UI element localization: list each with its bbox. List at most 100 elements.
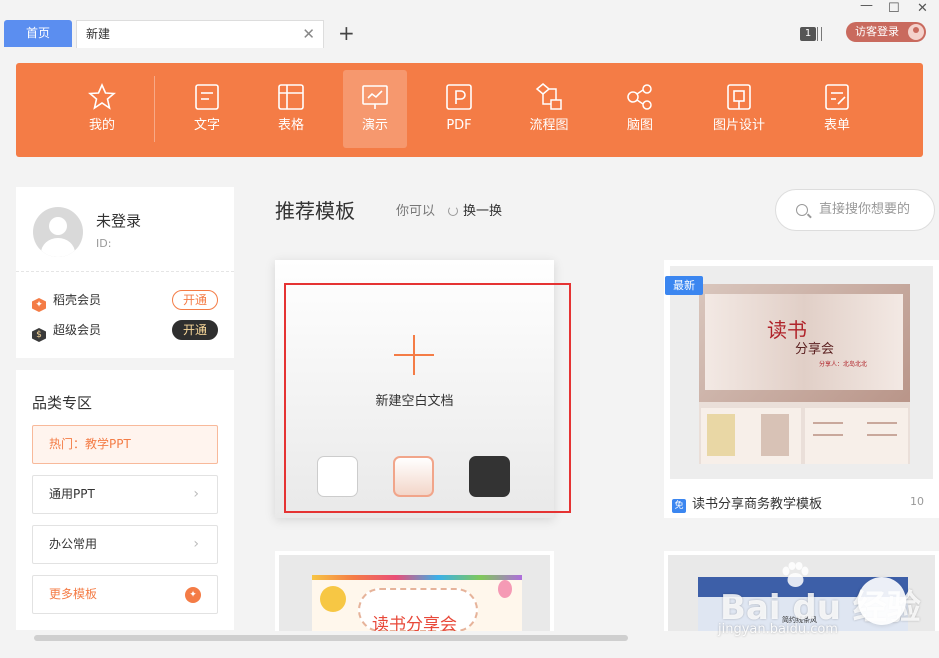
star-icon <box>88 83 116 110</box>
refresh-icon <box>448 206 458 216</box>
toolbar-label: 脑图 <box>626 118 653 133</box>
chevron-right-icon: › <box>193 486 199 502</box>
user-card: 未登录 ID: ✦ 稻壳会员 开通 $ 超级会员 开通 <box>16 187 234 358</box>
slide-line <box>813 422 843 424</box>
toolbar-label: 表单 <box>823 118 850 133</box>
search-icon <box>796 204 808 216</box>
category-panel: 品类专区 热门：教学PPT 通用PPT › 办公常用 › 更多模板 ✦ <box>16 370 234 630</box>
theme-swatch-dark[interactable] <box>469 456 510 497</box>
toolbar-item-mine[interactable]: 我的 <box>70 70 134 148</box>
presentation-icon <box>362 85 388 109</box>
form-icon <box>825 84 849 110</box>
divider <box>16 271 234 272</box>
search-placeholder: 直接搜你想要的 <box>819 202 911 217</box>
template-card[interactable]: 读书 分享会 分享人：北岛北北 免读书分享商务教学模板 10 <box>664 260 939 518</box>
toolbar-item-flowchart[interactable]: 流程图 <box>517 70 581 148</box>
toolbar-item-text[interactable]: 文字 <box>175 70 239 148</box>
slide-thumb-2 <box>805 408 908 464</box>
user-avatar[interactable] <box>33 207 83 257</box>
toolbar-label: 图片设计 <box>712 118 765 133</box>
window-counter-badge[interactable]: 1 <box>800 27 816 41</box>
new-blank-card[interactable]: 新建空白文档 <box>275 260 554 518</box>
docer-open-button[interactable]: 开通 <box>172 290 218 310</box>
category-item-general-ppt[interactable]: 通用PPT › <box>32 475 218 514</box>
chevron-right-icon: › <box>193 536 199 552</box>
floating-button[interactable] <box>858 577 906 625</box>
super-member-icon: $ <box>32 328 46 342</box>
flowchart-icon <box>535 83 562 110</box>
toolbar-label: 流程图 <box>529 118 569 133</box>
toolbar-label: 表格 <box>277 118 304 133</box>
visitor-login-label: 访客登录 <box>855 25 899 38</box>
visitor-login-button[interactable]: 访客登录 <box>846 22 926 42</box>
book-cover-image <box>707 414 735 456</box>
toolbar-item-table[interactable]: 表格 <box>259 70 323 148</box>
category-label: 更多模板 <box>49 587 98 601</box>
member-label: 稻壳会员 <box>53 293 102 307</box>
avatar-icon <box>908 24 924 40</box>
toolbar-label: 演示 <box>361 118 388 133</box>
toolbar-item-image-design[interactable]: 图片设计 <box>699 70 779 148</box>
category-item-more[interactable]: 更多模板 ✦ <box>32 575 218 614</box>
category-label: 通用PPT <box>49 487 95 501</box>
free-badge: 免 <box>672 499 686 513</box>
horizontal-scrollbar[interactable] <box>34 635 628 641</box>
theme-swatch-white[interactable] <box>317 456 358 497</box>
slide-line <box>867 422 897 424</box>
refresh-label: 换一换 <box>463 204 503 219</box>
member-label: 超级会员 <box>53 323 102 337</box>
slide-presenter: 分享人：北岛北北 <box>819 361 868 368</box>
user-id: ID: <box>96 237 112 250</box>
template-title: 读书分享商务教学模板 <box>692 497 823 512</box>
slide-cover: 读书 分享会 分享人：北岛北北 <box>699 284 910 402</box>
member-docer: ✦ 稻壳会员 <box>32 290 102 312</box>
table-icon <box>278 84 304 110</box>
title-bar: 首页 新建 ✕ + 1 访客登录 — ☐ ✕ <box>0 0 939 48</box>
template-thumbnail[interactable]: 读书 分享会 分享人：北岛北北 <box>670 266 933 479</box>
book-cover-image <box>761 414 789 456</box>
close-window-button[interactable]: ✕ <box>917 1 928 16</box>
sun-icon <box>320 586 346 612</box>
category-item-hot[interactable]: 热门：教学PPT <box>32 425 218 464</box>
slide-subtitle: 分享会 <box>795 342 835 357</box>
toolbar-item-presentation[interactable]: 演示 <box>343 70 407 148</box>
close-icon[interactable]: ✕ <box>302 21 315 48</box>
mindmap-icon <box>627 84 652 110</box>
tab-home[interactable]: 首页 <box>4 20 72 47</box>
plus-icon <box>394 335 434 375</box>
template-thumbnail[interactable]: 读书分享会 <box>279 555 550 631</box>
tab-new-label: 新建 <box>86 27 111 41</box>
category-label: 办公常用 <box>49 537 98 551</box>
window-list-icon[interactable] <box>817 27 822 41</box>
minimize-button[interactable]: — <box>860 0 873 13</box>
search-input[interactable]: 直接搜你想要的 <box>775 189 935 231</box>
tab-new[interactable]: 新建 ✕ <box>76 20 324 48</box>
new-badge: 最新 <box>665 276 703 295</box>
toolbar-item-form[interactable]: 表单 <box>805 70 869 148</box>
docer-member-icon: ✦ <box>32 298 46 312</box>
maximize-button[interactable]: ☐ <box>888 1 900 16</box>
pdf-icon <box>446 84 472 110</box>
super-open-button[interactable]: 开通 <box>172 320 218 340</box>
slide-preview: 读书分享会 <box>312 575 522 631</box>
toolbar-label: PDF <box>446 118 472 133</box>
category-item-office[interactable]: 办公常用 › <box>32 525 218 564</box>
docer-logo-icon: ✦ <box>185 587 201 603</box>
category-title: 品类专区 <box>32 394 93 412</box>
image-design-icon <box>727 84 751 110</box>
template-caption[interactable]: 免读书分享商务教学模板 <box>672 493 822 513</box>
toolbar-item-mindmap[interactable]: 脑图 <box>608 70 672 148</box>
theme-swatch-light[interactable] <box>393 456 434 497</box>
template-count: 10 <box>910 495 924 508</box>
template-card[interactable]: 读书分享会 <box>275 551 554 631</box>
user-name[interactable]: 未登录 <box>96 210 141 231</box>
slide-preview: 读书 分享会 分享人：北岛北北 <box>699 284 910 464</box>
slide-title: 读书分享会 <box>372 615 457 631</box>
add-tab-button[interactable]: + <box>338 20 355 46</box>
new-blank-label: 新建空白文档 <box>375 394 454 409</box>
category-label: 热门：教学PPT <box>49 437 131 451</box>
document-icon <box>195 84 219 110</box>
toolbar-item-pdf[interactable]: PDF <box>427 70 491 148</box>
refresh-button[interactable]: 换一换 <box>448 200 502 219</box>
slide-line <box>867 434 897 436</box>
